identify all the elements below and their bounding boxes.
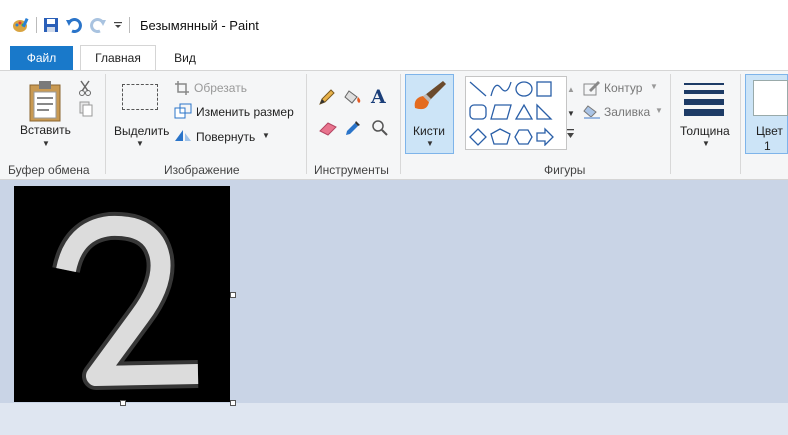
shapes-scroll-up-icon[interactable]: ▲ bbox=[567, 85, 575, 94]
customize-qat-icon[interactable] bbox=[113, 20, 123, 30]
outline-icon[interactable] bbox=[583, 80, 601, 96]
paste-button[interactable]: Вставить bbox=[20, 123, 71, 137]
resize-button[interactable]: Изменить размер bbox=[196, 105, 294, 119]
resize-icon[interactable] bbox=[174, 103, 192, 119]
redo-icon[interactable] bbox=[89, 17, 107, 33]
tab-home[interactable]: Главная bbox=[80, 45, 156, 71]
fill-bucket-icon[interactable] bbox=[343, 88, 363, 106]
rotate-icon[interactable] bbox=[174, 126, 192, 142]
crop-icon[interactable] bbox=[174, 80, 190, 96]
select-dropdown-icon[interactable]: ▼ bbox=[136, 139, 144, 148]
copy-icon[interactable] bbox=[79, 101, 93, 117]
clipboard-group-label: Буфер обмена bbox=[8, 163, 90, 177]
eraser-icon[interactable] bbox=[318, 120, 338, 136]
select-button[interactable]: Выделить bbox=[114, 124, 169, 138]
outline-button[interactable]: Контур bbox=[604, 81, 642, 95]
rotate-button[interactable]: Повернуть bbox=[196, 130, 255, 144]
size-button[interactable]: Толщина bbox=[680, 124, 730, 138]
group-separator bbox=[400, 74, 401, 174]
color-picker-icon[interactable] bbox=[344, 119, 362, 137]
tools-group-label: Инструменты bbox=[314, 163, 389, 177]
window-title: Безымянный - Paint bbox=[140, 17, 259, 33]
shapes-more-icon[interactable] bbox=[566, 128, 575, 140]
digit-two-drawing bbox=[52, 211, 199, 390]
paste-dropdown-icon[interactable]: ▼ bbox=[42, 139, 50, 148]
qat-separator bbox=[36, 17, 37, 33]
select-icon[interactable] bbox=[122, 84, 158, 110]
resize-handle-corner[interactable] bbox=[230, 400, 236, 406]
image-group-label: Изображение bbox=[164, 163, 240, 177]
resize-handle-right[interactable] bbox=[230, 292, 236, 298]
tab-file[interactable]: Файл bbox=[10, 46, 73, 70]
shapes-group-label: Фигуры bbox=[544, 163, 586, 177]
color1-index: 1 bbox=[764, 139, 771, 153]
fill-icon[interactable] bbox=[583, 103, 601, 119]
image-canvas[interactable] bbox=[14, 186, 230, 402]
save-icon[interactable] bbox=[43, 17, 59, 33]
group-separator bbox=[306, 74, 307, 174]
outline-dropdown-icon[interactable]: ▼ bbox=[650, 82, 658, 91]
undo-icon[interactable] bbox=[65, 17, 83, 33]
brushes-dropdown-icon[interactable]: ▼ bbox=[426, 139, 434, 148]
svg-text:A: A bbox=[370, 86, 386, 106]
cut-icon[interactable] bbox=[78, 80, 92, 96]
size-icon[interactable] bbox=[684, 82, 724, 116]
fill-button[interactable]: Заливка bbox=[604, 105, 650, 119]
fill-dropdown-icon[interactable]: ▼ bbox=[655, 106, 663, 115]
text-icon[interactable]: A bbox=[370, 86, 388, 106]
color1-label: Цвет bbox=[756, 124, 783, 138]
group-separator bbox=[740, 74, 741, 174]
tab-view[interactable]: Вид bbox=[165, 46, 205, 70]
quick-access-toolbar: Безымянный - Paint bbox=[12, 15, 259, 35]
shapes-gallery-icons bbox=[469, 81, 554, 146]
group-separator bbox=[105, 74, 106, 174]
pencil-icon[interactable] bbox=[318, 88, 336, 106]
crop-button[interactable]: Обрезать bbox=[194, 81, 247, 95]
resize-handle-bottom[interactable] bbox=[120, 400, 126, 406]
workspace-bottom-strip bbox=[0, 403, 788, 435]
color1-swatch bbox=[753, 80, 788, 116]
brushes-label: Кисти bbox=[413, 124, 445, 138]
group-separator bbox=[670, 74, 671, 174]
brush-icon bbox=[414, 81, 446, 110]
paste-icon[interactable] bbox=[28, 80, 62, 122]
paint-app-icon[interactable] bbox=[12, 17, 30, 33]
rotate-dropdown-icon[interactable]: ▼ bbox=[262, 131, 270, 140]
title-separator bbox=[129, 17, 130, 33]
magnifier-icon[interactable] bbox=[371, 119, 389, 137]
title-bar: Безымянный - Paint bbox=[0, 0, 788, 44]
size-dropdown-icon[interactable]: ▼ bbox=[702, 139, 710, 148]
shapes-scroll-down-icon[interactable]: ▼ bbox=[567, 109, 575, 118]
ribbon-tabs: Файл Главная Вид bbox=[0, 44, 788, 71]
